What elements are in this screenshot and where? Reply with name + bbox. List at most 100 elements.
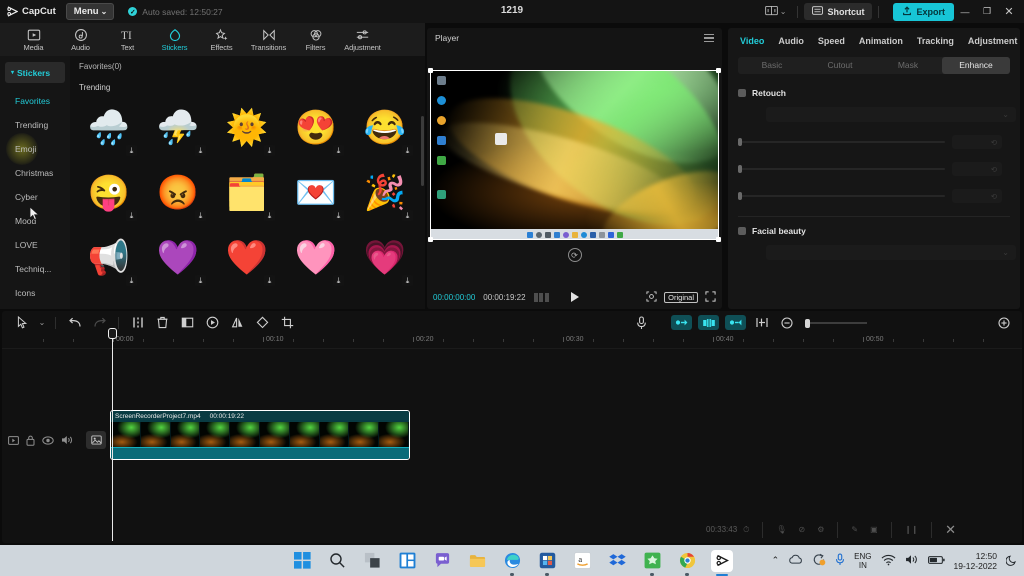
reset-icon[interactable]: ⟲ xyxy=(991,138,997,147)
sticker-pink-heart[interactable]: 🩷 ⤓ xyxy=(282,226,350,290)
link-right-icon[interactable] xyxy=(725,315,746,330)
tab-speed[interactable]: Speed xyxy=(818,36,845,46)
edge-button[interactable] xyxy=(501,550,523,576)
capcut-button[interactable] xyxy=(711,549,733,576)
tab-tracking[interactable]: Tracking xyxy=(917,36,954,46)
track-eye-icon[interactable] xyxy=(42,435,54,445)
sidebar-item-love[interactable]: LOVE xyxy=(0,233,70,257)
category-header[interactable]: ▾ Stickers xyxy=(5,62,65,83)
stop-icon[interactable]: ✕ xyxy=(939,522,962,538)
stopwatch-icon[interactable]: ⏱ xyxy=(737,525,755,535)
moon-icon[interactable] xyxy=(1005,554,1018,568)
download-icon[interactable]: ⤓ xyxy=(402,210,413,221)
slider-track[interactable] xyxy=(738,165,945,173)
magnet-icon[interactable] xyxy=(698,315,719,330)
volume-icon[interactable] xyxy=(905,554,919,567)
settings-icon[interactable]: ⚙ xyxy=(811,525,830,534)
slider-value-1[interactable]: ⟲ xyxy=(952,135,1002,149)
track-thumb-icon[interactable] xyxy=(86,431,106,449)
tab-animation[interactable]: Animation xyxy=(859,36,903,46)
track-lock-icon[interactable] xyxy=(26,435,35,446)
tab-adjustment[interactable]: Adjustment xyxy=(339,23,386,56)
facial-beauty-dropdown[interactable]: ⌄ xyxy=(766,245,1016,260)
slider-knob[interactable] xyxy=(738,165,742,173)
chevron-up-icon[interactable]: ⌃ xyxy=(772,555,780,566)
sticker-heart-eyes[interactable]: 😍 ⤓ xyxy=(282,96,350,160)
shortcut-button[interactable]: Shortcut xyxy=(804,3,873,20)
greenshot-button[interactable] xyxy=(641,550,663,576)
sticker-glow-heart[interactable]: 💗 ⤓ xyxy=(351,226,419,290)
download-icon[interactable]: ⤓ xyxy=(333,210,344,221)
slider-track[interactable] xyxy=(738,138,945,146)
plus-circle-icon[interactable] xyxy=(991,311,1016,334)
sticker-heart-window[interactable]: 💌 ⤓ xyxy=(282,161,350,225)
reset-icon[interactable]: ⟲ xyxy=(991,192,997,201)
update-icon[interactable] xyxy=(812,553,826,568)
download-icon[interactable]: ⤓ xyxy=(333,145,344,156)
subtab-cutout[interactable]: Cutout xyxy=(806,57,874,74)
export-button[interactable]: Export xyxy=(893,2,954,21)
subtab-basic[interactable]: Basic xyxy=(738,57,806,74)
menu-button[interactable]: Menu ⌄ xyxy=(65,3,115,20)
widgets-button[interactable] xyxy=(396,550,418,572)
download-icon[interactable]: ⤓ xyxy=(126,210,137,221)
timeline-clip[interactable]: ScreenRecorderProject7.mp4 00:00:19:22 xyxy=(110,410,410,460)
play-button[interactable] xyxy=(570,292,579,302)
slider-knob[interactable] xyxy=(738,192,742,200)
amazon-button[interactable]: a xyxy=(571,550,593,572)
sticker-winking-tongue[interactable]: 😜 ⤓ xyxy=(75,161,143,225)
search-button[interactable] xyxy=(326,550,348,572)
sticker-angry-flame[interactable]: 😡 ⤓ xyxy=(144,161,212,225)
link-left-icon[interactable] xyxy=(671,315,692,330)
download-icon[interactable]: ⤓ xyxy=(126,145,137,156)
download-icon[interactable]: ⤓ xyxy=(402,145,413,156)
tab-stickers[interactable]: Stickers xyxy=(151,23,198,56)
sticker-scrollbar[interactable] xyxy=(421,116,424,186)
sticker-smiling-sun[interactable]: 🌞 ⤓ xyxy=(213,96,281,160)
sticker-storm-cloud[interactable]: ⛈️ ⤓ xyxy=(144,96,212,160)
split-icon[interactable] xyxy=(125,311,150,334)
reset-icon[interactable]: ⟲ xyxy=(991,165,997,174)
mirror-icon[interactable] xyxy=(225,311,250,334)
caret-down-icon[interactable]: ⌄ xyxy=(35,311,49,334)
close-button[interactable]: ✕ xyxy=(998,0,1020,23)
facial-beauty-toggle[interactable] xyxy=(738,227,746,235)
tutorial-button[interactable]: ⌄ xyxy=(760,2,792,21)
zoom-slider[interactable] xyxy=(805,318,867,328)
tab-filters[interactable]: Filters xyxy=(292,23,339,56)
cursor-icon[interactable] xyxy=(10,311,35,334)
slider-value-2[interactable]: ⟲ xyxy=(952,162,1002,176)
sidebar-item-emoji[interactable]: Emoji xyxy=(0,133,70,165)
rotate-icon[interactable] xyxy=(250,311,275,334)
chat-button[interactable] xyxy=(431,550,453,572)
hamburger-icon[interactable] xyxy=(704,33,714,43)
download-icon[interactable]: ⤓ xyxy=(402,275,413,286)
crop-icon[interactable] xyxy=(175,311,200,334)
sticker-megaphone[interactable]: 📢 ⤓ xyxy=(75,226,143,290)
cloud-icon[interactable] xyxy=(788,554,803,567)
pencil-icon[interactable]: ✎ xyxy=(845,525,864,534)
pause-icon[interactable]: ❙❙ xyxy=(899,525,924,534)
screenshot-icon[interactable]: ▣ xyxy=(864,525,884,534)
freeze-icon[interactable] xyxy=(200,311,225,334)
tab-audio[interactable]: Audio xyxy=(57,23,104,56)
grid-icon[interactable] xyxy=(533,292,549,302)
tab-media[interactable]: Media xyxy=(10,23,57,56)
camera-off-icon[interactable]: ⊘ xyxy=(793,525,812,534)
fullscreen-icon[interactable] xyxy=(705,290,716,304)
crop-frame-icon[interactable] xyxy=(646,290,657,304)
sticker-joy-tears[interactable]: 😂 ⤓ xyxy=(351,96,419,160)
playhead[interactable] xyxy=(108,328,117,541)
download-icon[interactable]: ⤓ xyxy=(264,210,275,221)
track-volume-icon[interactable] xyxy=(61,435,73,445)
trash-icon[interactable] xyxy=(150,311,175,334)
sticker-party-popper[interactable]: 🎉 ⤓ xyxy=(351,161,419,225)
crop-frame-icon[interactable] xyxy=(275,311,300,334)
subtab-enhance[interactable]: Enhance xyxy=(942,57,1010,74)
microphone-icon[interactable]: 🎙 xyxy=(770,525,792,534)
download-icon[interactable]: ⤓ xyxy=(195,145,206,156)
download-icon[interactable]: ⤓ xyxy=(195,210,206,221)
microphone-icon[interactable] xyxy=(629,311,654,334)
sticker-red-hearts[interactable]: ❤️ ⤓ xyxy=(213,226,281,290)
download-icon[interactable]: ⤓ xyxy=(195,275,206,286)
